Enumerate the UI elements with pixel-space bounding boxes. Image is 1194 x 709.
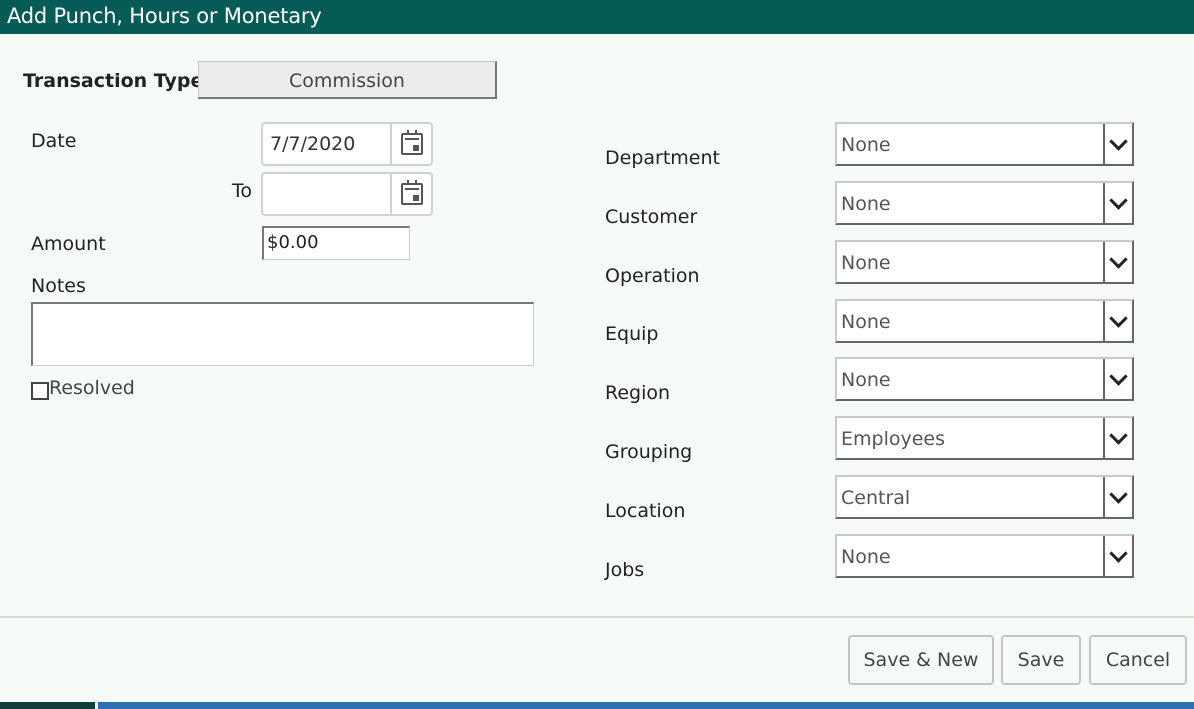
- customer-select[interactable]: None: [835, 181, 1134, 225]
- jobs-select[interactable]: None: [835, 534, 1134, 578]
- transaction-type-label: Transaction Type: [23, 70, 204, 92]
- customer-value: None: [841, 193, 891, 215]
- equip-value: None: [841, 311, 891, 333]
- department-select[interactable]: None: [835, 122, 1134, 166]
- calendar-icon: [400, 180, 423, 205]
- save-button[interactable]: Save: [1001, 635, 1081, 685]
- operation-select[interactable]: None: [835, 240, 1134, 284]
- region-dropdown-button[interactable]: [1103, 359, 1132, 399]
- jobs-value: None: [841, 546, 891, 568]
- grouping-dropdown-button[interactable]: [1103, 418, 1132, 458]
- location-select[interactable]: Central: [835, 475, 1134, 519]
- footer-divider: [0, 616, 1194, 618]
- operation-value: None: [841, 252, 891, 274]
- date-label: Date: [31, 130, 77, 152]
- grouping-value: Employees: [841, 428, 945, 450]
- amount-input[interactable]: $0.00: [262, 226, 410, 260]
- notes-textarea[interactable]: [31, 302, 534, 366]
- region-value: None: [841, 369, 891, 391]
- customer-label: Customer: [605, 206, 698, 228]
- cancel-button[interactable]: Cancel: [1089, 635, 1187, 685]
- grouping-select[interactable]: Employees: [835, 416, 1134, 460]
- to-date-calendar-button[interactable]: [390, 174, 431, 214]
- save-and-new-button[interactable]: Save & New: [848, 635, 994, 685]
- department-dropdown-button[interactable]: [1103, 124, 1132, 164]
- chevron-down-icon: [1109, 308, 1128, 328]
- department-value: None: [841, 134, 891, 156]
- location-value: Central: [841, 487, 911, 509]
- equip-dropdown-button[interactable]: [1103, 301, 1132, 341]
- resolved-label[interactable]: Resolved: [49, 377, 135, 399]
- dialog-titlebar: Add Punch, Hours or Monetary: [0, 0, 1194, 34]
- transaction-type-button[interactable]: Commission: [198, 61, 497, 99]
- chevron-down-icon: [1109, 249, 1128, 269]
- operation-label: Operation: [605, 265, 700, 287]
- dialog-title: Add Punch, Hours or Monetary: [7, 4, 322, 28]
- date-picker[interactable]: 7/7/2020: [261, 122, 433, 166]
- chevron-down-icon: [1109, 543, 1128, 563]
- date-input[interactable]: 7/7/2020: [270, 133, 355, 155]
- add-punch-dialog: Add Punch, Hours or Monetary Transaction…: [0, 0, 1194, 702]
- jobs-label: Jobs: [605, 559, 645, 581]
- region-label: Region: [605, 382, 671, 404]
- grouping-label: Grouping: [605, 441, 693, 463]
- chevron-down-icon: [1109, 131, 1128, 151]
- operation-dropdown-button[interactable]: [1103, 242, 1132, 282]
- chevron-down-icon: [1109, 425, 1128, 445]
- location-dropdown-button[interactable]: [1103, 477, 1132, 517]
- resolved-checkbox[interactable]: [31, 382, 49, 400]
- to-date-label: To: [232, 180, 253, 202]
- to-date-picker[interactable]: [261, 172, 433, 216]
- equip-select[interactable]: None: [835, 299, 1134, 343]
- notes-label: Notes: [31, 275, 86, 297]
- region-select[interactable]: None: [835, 357, 1134, 401]
- date-calendar-button[interactable]: [390, 124, 431, 164]
- equip-label: Equip: [605, 323, 659, 345]
- amount-label: Amount: [31, 233, 106, 255]
- chevron-down-icon: [1109, 190, 1128, 210]
- chevron-down-icon: [1109, 366, 1128, 386]
- customer-dropdown-button[interactable]: [1103, 183, 1132, 223]
- department-label: Department: [605, 147, 720, 169]
- calendar-icon: [400, 130, 423, 155]
- jobs-dropdown-button[interactable]: [1103, 536, 1132, 576]
- chevron-down-icon: [1109, 484, 1128, 504]
- location-label: Location: [605, 500, 686, 522]
